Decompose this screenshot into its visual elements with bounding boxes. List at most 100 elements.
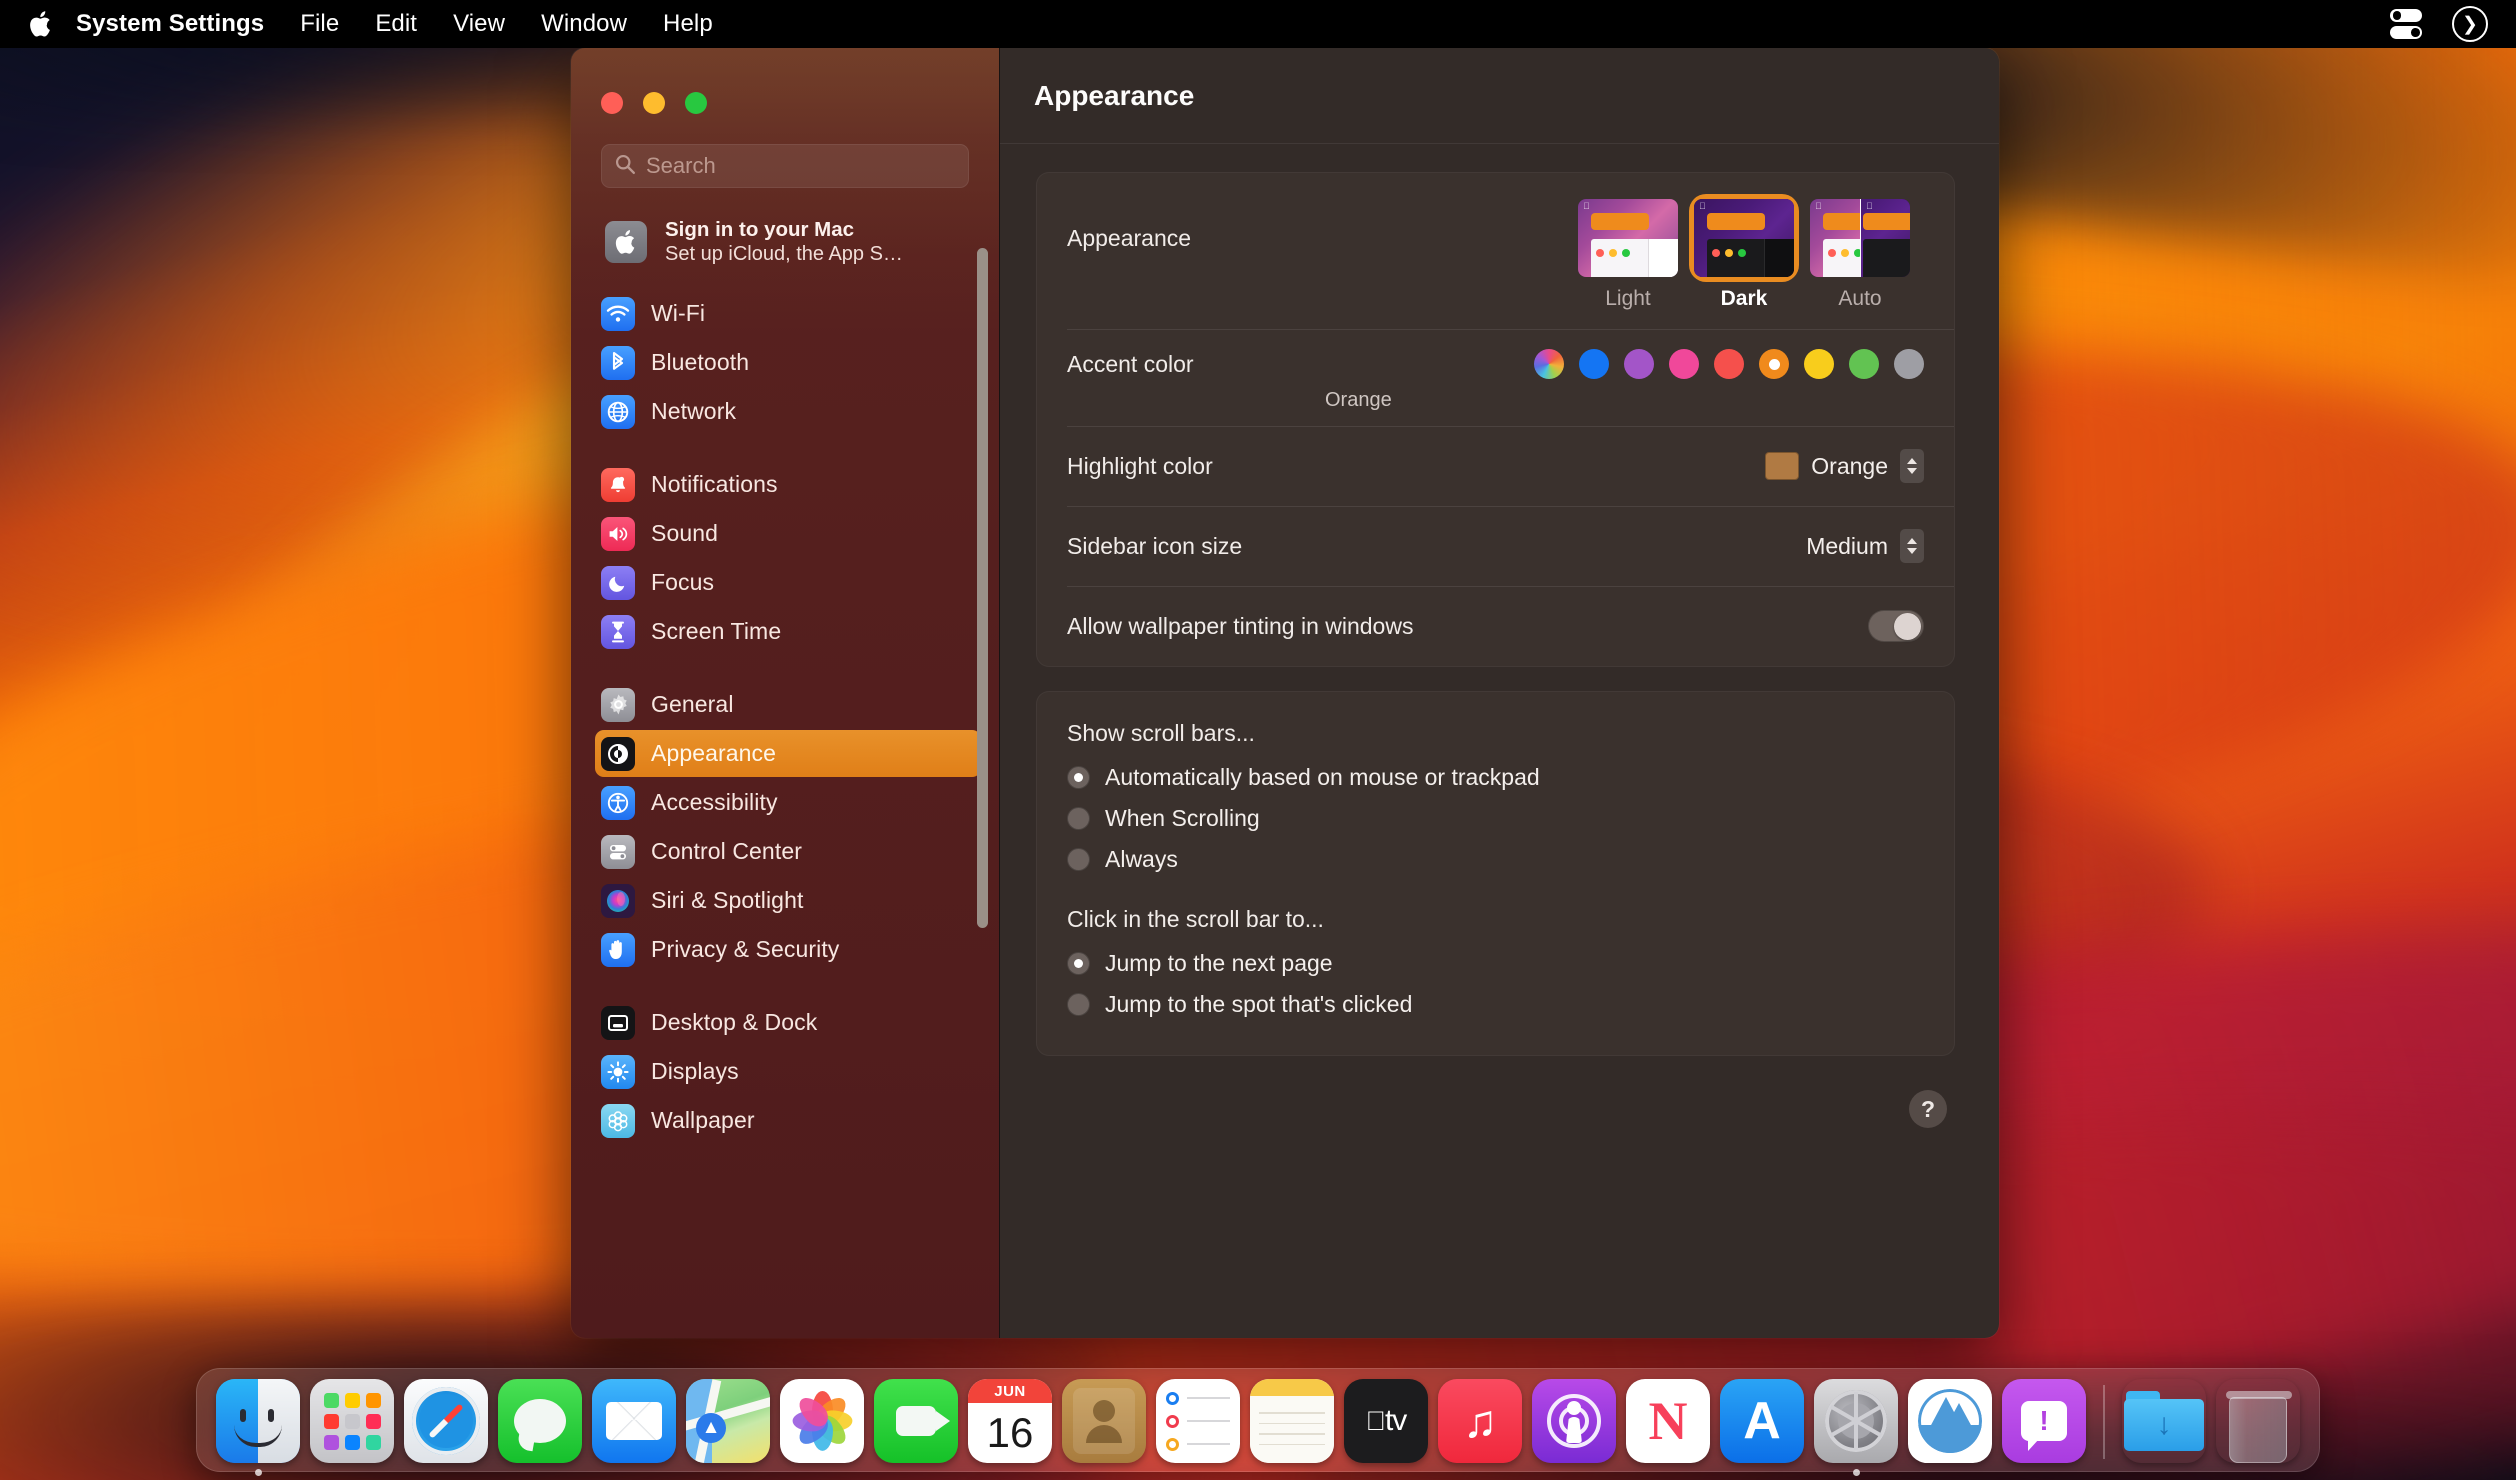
sidebar-scrollbar[interactable]	[977, 248, 988, 928]
close-button[interactable]	[601, 92, 623, 114]
menu-app-name[interactable]: System Settings	[70, 10, 282, 38]
appearance-card: Appearance 	[1036, 172, 1955, 667]
maps-icon: ▲	[686, 1379, 770, 1463]
sidebar-list: Sign in to your Mac Set up iCloud, the A…	[571, 198, 999, 1338]
sidebar-item-wifi[interactable]: Wi-Fi	[595, 290, 981, 337]
mountain-icon	[1908, 1379, 1992, 1463]
sidebar-item-screen-time[interactable]: Screen Time	[595, 608, 981, 655]
dock-item-reminders[interactable]	[1156, 1379, 1240, 1463]
apple-logo-icon[interactable]	[24, 9, 58, 39]
dock-item-photos[interactable]	[780, 1379, 864, 1463]
dock-item-downloads[interactable]: ↓	[2122, 1379, 2206, 1463]
mail-icon	[592, 1379, 676, 1463]
sidebar-item-general[interactable]: General	[595, 681, 981, 728]
desktop-screen: System Settings File Edit View Window He…	[0, 0, 2516, 1480]
sidebar-item-label: Siri & Spotlight	[651, 887, 804, 913]
theme-option-light[interactable]:  Light	[1578, 199, 1678, 311]
sidebar-item-wallpaper[interactable]: Wallpaper	[595, 1097, 981, 1144]
radio-button[interactable]	[1067, 807, 1090, 830]
minimize-button[interactable]	[643, 92, 665, 114]
search-field[interactable]	[601, 144, 969, 188]
radio-button[interactable]	[1067, 766, 1090, 789]
chevron-updown-icon[interactable]	[1900, 449, 1924, 483]
sidebar-item-displays[interactable]: Displays	[595, 1048, 981, 1095]
sidebar-item-label: Network	[651, 398, 737, 424]
accent-swatch-multicolor[interactable]	[1534, 349, 1564, 379]
radio-option-always[interactable]: Always	[1067, 839, 1924, 880]
highlight-color-popup[interactable]: Orange	[1765, 449, 1924, 483]
app-store-icon: A	[1720, 1379, 1804, 1463]
sidebar-icon-size-popup[interactable]: Medium	[1806, 529, 1924, 563]
dock-item-facetime[interactable]	[874, 1379, 958, 1463]
sidebar-item-privacy-security[interactable]: Privacy & Security	[595, 926, 981, 973]
radio-option-jump-next-page[interactable]: Jump to the next page	[1067, 943, 1924, 984]
sidebar-item-sound[interactable]: Sound	[595, 510, 981, 557]
sidebar-item-accessibility[interactable]: Accessibility	[595, 779, 981, 826]
dock-item-system-settings[interactable]	[1814, 1379, 1898, 1476]
menu-view[interactable]: View	[435, 10, 523, 38]
dock-item-podcasts[interactable]	[1532, 1379, 1616, 1463]
highlight-color-swatch	[1765, 452, 1800, 480]
menu-window[interactable]: Window	[523, 10, 645, 38]
dock-item-trash[interactable]	[2216, 1379, 2300, 1463]
dock-item-notes[interactable]	[1250, 1379, 1334, 1463]
accent-swatch-yellow[interactable]	[1804, 349, 1834, 379]
siri-icon[interactable]: ❯	[2452, 6, 2488, 42]
dock-item-mountain-duck[interactable]	[1908, 1379, 1992, 1463]
theme-thumb-auto:  	[1810, 199, 1910, 277]
help-button[interactable]: ?	[1909, 1090, 1947, 1128]
sidebar-item-notifications[interactable]: Notifications	[595, 461, 981, 508]
sidebar-item-label: Notifications	[651, 471, 778, 497]
zoom-button[interactable]	[685, 92, 707, 114]
dock-item-calendar[interactable]: JUN 16	[968, 1379, 1052, 1463]
sidebar-item-desktop-dock[interactable]: Desktop & Dock	[595, 999, 981, 1046]
accent-swatch-graphite[interactable]	[1894, 349, 1924, 379]
dock-item-messages[interactable]	[498, 1379, 582, 1463]
dock-item-contacts[interactable]	[1062, 1379, 1146, 1463]
accent-swatch-blue[interactable]	[1579, 349, 1609, 379]
accent-swatch-purple[interactable]	[1624, 349, 1654, 379]
menu-edit[interactable]: Edit	[357, 10, 435, 38]
menu-file[interactable]: File	[282, 10, 357, 38]
dock-item-launchpad[interactable]	[310, 1379, 394, 1463]
dock-item-finder[interactable]	[216, 1379, 300, 1476]
theme-option-auto[interactable]:  	[1810, 199, 1910, 311]
radio-button[interactable]	[1067, 993, 1090, 1016]
dock-item-mail[interactable]	[592, 1379, 676, 1463]
dock-item-alert-app[interactable]: !	[2002, 1379, 2086, 1463]
radio-option-when-scrolling[interactable]: When Scrolling	[1067, 798, 1924, 839]
search-input[interactable]	[646, 153, 956, 179]
radio-button[interactable]	[1067, 848, 1090, 871]
accent-swatch-red[interactable]	[1714, 349, 1744, 379]
accent-swatch-pink[interactable]	[1669, 349, 1699, 379]
radio-option-jump-to-spot[interactable]: Jump to the spot that's clicked	[1067, 984, 1924, 1025]
sidebar-item-focus[interactable]: Focus	[595, 559, 981, 606]
dock-item-news[interactable]: N	[1626, 1379, 1710, 1463]
sidebar-item-bluetooth[interactable]: Bluetooth	[595, 339, 981, 386]
sidebar-item-siri-spotlight[interactable]: Siri & Spotlight	[595, 877, 981, 924]
sidebar-item-network[interactable]: Network	[595, 388, 981, 435]
accent-color-row: Accent color Orange	[1037, 329, 1954, 426]
accent-swatch-orange[interactable]	[1759, 349, 1789, 379]
sidebar-item-control-center[interactable]: Control Center	[595, 828, 981, 875]
menu-help[interactable]: Help	[645, 10, 731, 38]
wifi-icon	[601, 296, 635, 331]
chevron-updown-icon[interactable]	[1900, 529, 1924, 563]
dock-item-safari[interactable]	[404, 1379, 488, 1463]
dock-item-tv[interactable]: tv	[1344, 1379, 1428, 1463]
dock-item-app-store[interactable]: A	[1720, 1379, 1804, 1463]
sidebar-item-apple-account[interactable]: Sign in to your Mac Set up iCloud, the A…	[597, 208, 981, 276]
theme-label: Dark	[1720, 287, 1768, 310]
theme-option-dark[interactable]:  Dark	[1694, 199, 1794, 311]
dock-item-music[interactable]: ♫	[1438, 1379, 1522, 1463]
wallpaper-tinting-toggle[interactable]	[1868, 610, 1924, 642]
sidebar-item-appearance[interactable]: Appearance	[595, 730, 981, 777]
apple-account-icon	[605, 221, 647, 263]
sidebar-item-label: Wallpaper	[651, 1107, 755, 1133]
accent-swatch-green[interactable]	[1849, 349, 1879, 379]
radio-button[interactable]	[1067, 952, 1090, 975]
radio-option-auto-scrollbars[interactable]: Automatically based on mouse or trackpad	[1067, 757, 1924, 798]
highlight-color-row: Highlight color Orange	[1037, 426, 1954, 506]
control-center-icon[interactable]	[2390, 7, 2424, 41]
dock-item-maps[interactable]: ▲	[686, 1379, 770, 1463]
